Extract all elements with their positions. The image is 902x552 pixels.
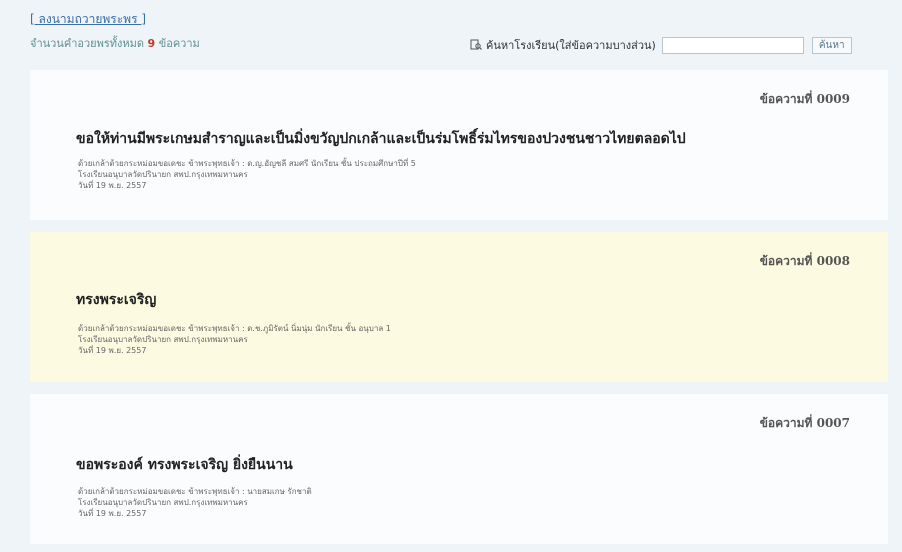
header-bar: [ ลงนามถวายพระพร ] จำนวนคำอวยพรทั้งหมด 9… <box>0 0 902 70</box>
message-card: ข้อความที่ 0009 ขอให้ท่านมีพระเกษมสำราญแ… <box>30 70 888 220</box>
message-card: ข้อความที่ 0008 ทรงพระเจริญ ด้วยเกล้าด้ว… <box>30 232 888 382</box>
message-title: ขอให้ท่านมีพระเกษมสำราญและเป็นมิ่งขวัญปก… <box>76 131 686 147</box>
message-school: โรงเรียนอนุบาลวัดปรินายก สพป.กรุงเทพมหาน… <box>78 335 248 344</box>
message-date: วันที่ 19 พ.ย. 2557 <box>78 346 147 355</box>
message-school: โรงเรียนอนุบาลวัดปรินายก สพป.กรุงเทพมหาน… <box>78 170 248 179</box>
message-title: ทรงพระเจริญ <box>76 292 157 308</box>
bracket-close: ] <box>141 12 147 26</box>
message-title: ขอพระองค์ ทรงพระเจริญ ยิ่งยืนนาน <box>76 457 293 473</box>
message-card: ข้อความที่ 0007 ขอพระองค์ ทรงพระเจริญ ยิ… <box>30 394 888 544</box>
message-author: ด้วยเกล้าด้วยกระหม่อมขอเดชะ ข้าพระพุทธเจ… <box>78 159 416 168</box>
sign-blessing-link-wrapper[interactable]: [ ลงนามถวายพระพร ] <box>30 10 146 29</box>
count-value: 9 <box>147 37 156 50</box>
message-number: ข้อความที่ 0008 <box>759 254 850 268</box>
message-meta: ด้วยเกล้าด้วยกระหม่อมขอเดชะ ข้าพระพุทธเจ… <box>78 158 416 191</box>
message-number: ข้อความที่ 0007 <box>759 416 850 430</box>
count-prefix: จำนวนคำอวยพรทั้งหมด <box>30 37 145 50</box>
search-label: ค้นหาโรงเรียน(ใส่ข้อความบางส่วน) <box>486 39 656 52</box>
page: [ ลงนามถวายพระพร ] จำนวนคำอวยพรทั้งหมด 9… <box>0 0 902 552</box>
message-meta: ด้วยเกล้าด้วยกระหม่อมขอเดชะ ข้าพระพุทธเจ… <box>78 486 312 519</box>
message-school: โรงเรียนอนุบาลวัดปรินายก สพป.กรุงเทพมหาน… <box>78 498 248 507</box>
message-author: ด้วยเกล้าด้วยกระหม่อมขอเดชะ ข้าพระพุทธเจ… <box>78 324 391 333</box>
bracket-open: [ <box>30 12 35 26</box>
school-search: ค้นหาโรงเรียน(ใส่ข้อความบางส่วน) ค้นหา <box>470 36 852 54</box>
message-meta: ด้วยเกล้าด้วยกระหม่อมขอเดชะ ข้าพระพุทธเจ… <box>78 323 391 356</box>
search-icon <box>470 39 482 51</box>
message-number: ข้อความที่ 0009 <box>759 92 850 106</box>
sign-blessing-link[interactable]: ลงนามถวายพระพร <box>39 12 138 26</box>
message-author: ด้วยเกล้าด้วยกระหม่อมขอเดชะ ข้าพระพุทธเจ… <box>78 487 312 496</box>
count-suffix: ข้อความ <box>158 37 200 50</box>
school-search-input[interactable] <box>661 36 804 54</box>
message-date: วันที่ 19 พ.ย. 2557 <box>78 509 147 518</box>
message-count: จำนวนคำอวยพรทั้งหมด 9 ข้อความ <box>30 34 200 52</box>
message-date: วันที่ 19 พ.ย. 2557 <box>78 181 147 190</box>
search-button[interactable]: ค้นหา <box>811 36 852 54</box>
